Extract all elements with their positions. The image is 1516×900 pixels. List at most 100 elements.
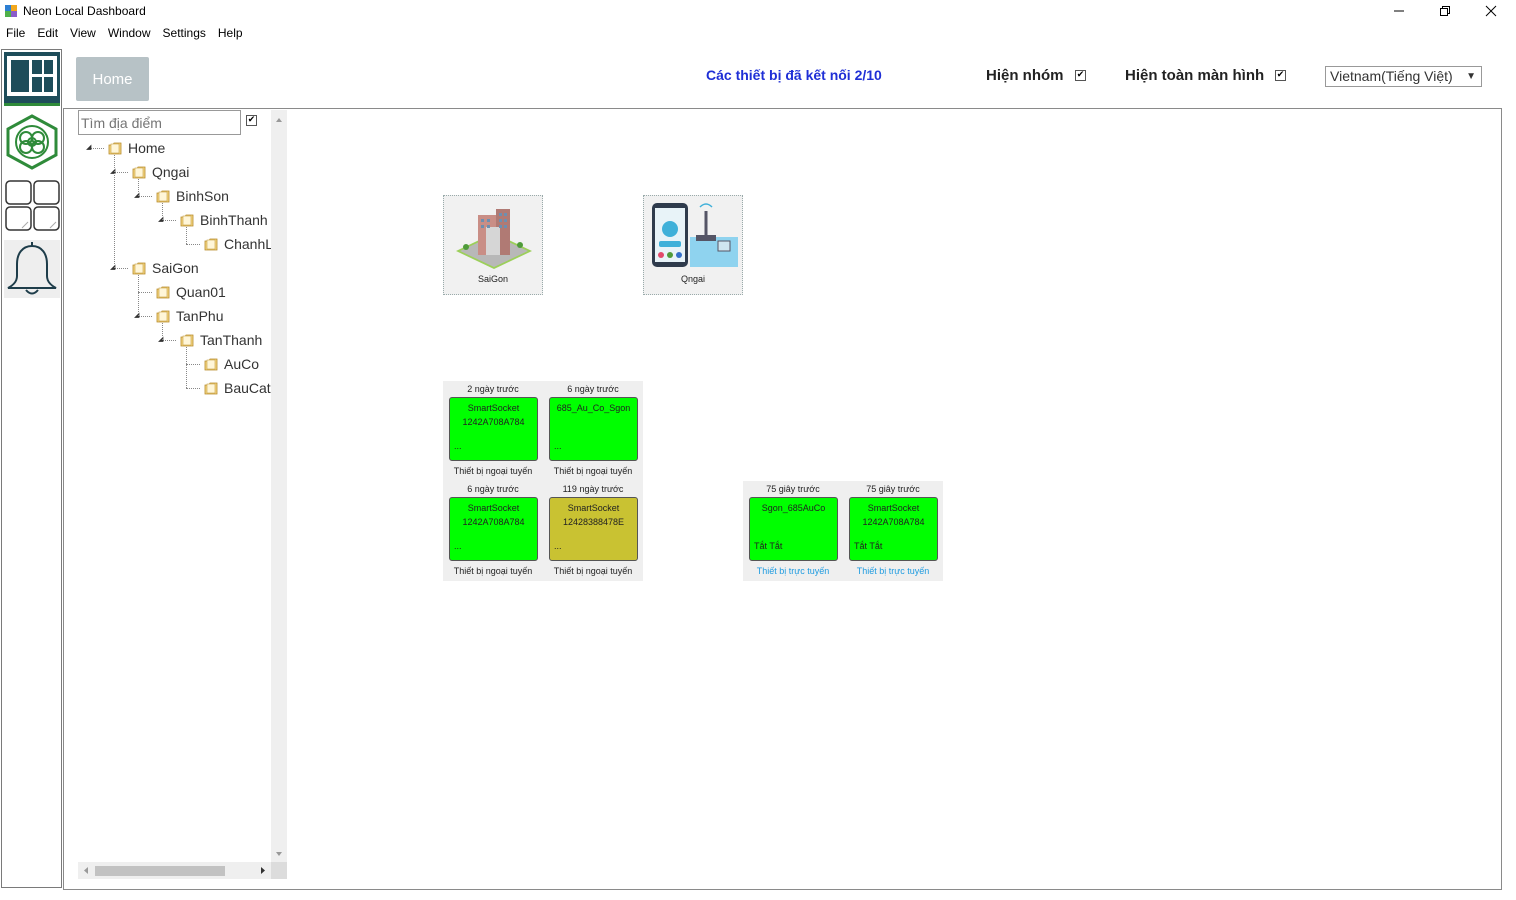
scroll-down-icon — [276, 852, 282, 856]
device-status: Thiết bị ngoại tuyến — [453, 566, 533, 576]
expand-toggle-icon[interactable]: ◢ — [110, 263, 116, 271]
restore-icon — [1440, 6, 1450, 16]
tree-node-label: Home — [128, 140, 166, 156]
device-card[interactable]: 6 ngày trước 685_Au_Co_Sgon... Thiết bị ng… — [543, 381, 643, 481]
device-last-seen: 2 ngày trước — [467, 384, 519, 394]
home-button[interactable]: Home — [76, 57, 149, 101]
device-tile[interactable]: SmartSocket 1242A708A784... — [449, 397, 538, 461]
location-tree: Home ◢ Qngai ◢ BinhSon ◢ BinhThanh ◢ ChanhLo SaiG… — [78, 137, 271, 862]
menu-edit[interactable]: Edit — [31, 24, 64, 42]
tree-connector — [138, 179, 139, 196]
menu-file[interactable]: File — [0, 24, 31, 42]
check-mark-icon: ✔ — [1076, 70, 1085, 80]
device-card[interactable]: 119 ngày trước SmartSocket 12428388478E...… — [543, 481, 643, 581]
tree-connector — [162, 340, 176, 341]
expand-toggle-icon[interactable]: ◢ — [134, 191, 140, 199]
device-card[interactable]: 6 ngày trước SmartSocket 1242A708A784... Th… — [443, 481, 543, 581]
group-card-saigon[interactable]: SaiGon — [443, 195, 543, 295]
tree-node[interactable]: Quan01 — [156, 281, 226, 303]
tree-node[interactable]: BinhSon — [156, 185, 229, 207]
scroll-up-icon — [276, 118, 282, 122]
minimize-button[interactable] — [1376, 0, 1422, 22]
tree-node[interactable]: ChanhLo — [204, 233, 271, 255]
tree-connector — [162, 323, 163, 340]
group-name: Qngai — [680, 274, 706, 284]
language-select[interactable]: Vietnam(Tiếng Việt) ▼ — [1325, 66, 1482, 87]
menu-settings[interactable]: Settings — [157, 24, 212, 42]
tree-node-label: SaiGon — [152, 260, 199, 276]
device-status: Thiết bị ngoại tuyến — [553, 466, 633, 476]
tree-node-label: BinhThanh — [200, 212, 268, 228]
menu-bar: File Edit View Window Settings Help — [0, 24, 249, 42]
rail-dashboard-button[interactable] — [4, 52, 60, 106]
menu-window[interactable]: Window — [102, 24, 157, 42]
search-checkbox[interactable]: ✔ — [246, 115, 257, 126]
restore-button[interactable] — [1422, 0, 1468, 22]
device-last-seen: 119 ngày trước — [562, 484, 624, 494]
device-card[interactable]: 75 giây trước Sgon_685AuCo Tắt Tắt Thiết bị… — [743, 481, 843, 581]
minimize-icon — [1394, 10, 1404, 12]
tree-connector — [138, 292, 152, 293]
tree-node[interactable]: BinhThanh — [180, 209, 268, 231]
dropdown-arrow-icon: ▼ — [1466, 71, 1476, 82]
bell-icon — [7, 242, 57, 295]
show-group-checkbox[interactable]: ✔ — [1075, 70, 1086, 81]
fullscreen-checkbox[interactable]: ✔ — [1275, 70, 1286, 81]
device-tile[interactable]: SmartSocket 1242A708A784 Tắt Tắt — [849, 497, 938, 561]
buildings-icon — [456, 209, 532, 269]
show-group-label: Hiện nhóm — [986, 67, 1064, 84]
expand-toggle-icon[interactable]: ◢ — [110, 167, 116, 175]
tree-connector — [186, 244, 200, 245]
close-button[interactable] — [1468, 0, 1514, 22]
tree-connector — [138, 316, 152, 317]
menu-help[interactable]: Help — [212, 24, 249, 42]
tree-node[interactable]: Home — [108, 137, 165, 159]
device-tile[interactable]: Sgon_685AuCo Tắt Tắt — [749, 497, 838, 561]
tree-node[interactable]: Qngai — [132, 161, 189, 183]
device-state: Tắt Tắt — [854, 541, 883, 551]
device-last-seen: 6 ngày trước — [567, 384, 619, 394]
tree-node[interactable]: BauCat — [204, 377, 271, 399]
rail-notifications-button[interactable] — [4, 240, 60, 298]
rail-grid-button[interactable] — [4, 177, 60, 233]
rail-network-button[interactable] — [4, 114, 60, 170]
group-name: SaiGon — [477, 274, 509, 284]
folder-icon — [156, 190, 170, 202]
expand-toggle-icon[interactable]: ◢ — [86, 143, 92, 151]
device-state: ... — [554, 541, 562, 551]
device-tile[interactable]: SmartSocket 1242A708A784... — [449, 497, 538, 561]
device-tile[interactable]: SmartSocket 12428388478E... — [549, 497, 638, 561]
tree-vertical-scrollbar[interactable] — [271, 110, 287, 862]
device-tile[interactable]: 685_Au_Co_Sgon... — [549, 397, 638, 461]
tree-node[interactable]: TanThanh — [180, 329, 262, 351]
device-id: 1242A708A784 — [462, 417, 525, 427]
tree-connector — [186, 364, 200, 365]
device-last-seen: 75 giây trước — [866, 484, 920, 494]
expand-toggle-icon[interactable]: ◢ — [134, 311, 140, 319]
device-card[interactable]: 2 ngày trước SmartSocket 1242A708A784... Th… — [443, 381, 543, 481]
tree-node-label: TanThanh — [200, 332, 263, 348]
group-card-qngai[interactable]: Qngai — [643, 195, 743, 295]
connected-devices-text: Các thiết bị đã kết nối 2/10 — [706, 67, 882, 83]
tree-horizontal-scrollbar[interactable] — [78, 862, 271, 879]
scroll-left-icon — [84, 867, 88, 874]
tree-connector — [162, 203, 163, 220]
location-search-input[interactable] — [78, 110, 241, 135]
tree-node[interactable]: TanPhu — [156, 305, 223, 327]
expand-toggle-icon[interactable]: ◢ — [158, 215, 164, 223]
nav-rail — [1, 49, 62, 888]
folder-icon — [204, 238, 218, 250]
tree-connector — [138, 196, 152, 197]
menu-view[interactable]: View — [64, 24, 102, 42]
folder-icon — [180, 334, 194, 346]
tree-node[interactable]: SaiGon — [132, 257, 199, 279]
tree-node[interactable]: AuCo — [204, 353, 259, 375]
folder-icon — [108, 142, 122, 154]
tree-connector — [186, 227, 187, 244]
device-name: 685_Au_Co_Sgon — [556, 403, 631, 413]
tree-node-label: BinhSon — [176, 188, 229, 204]
scroll-thumb[interactable] — [95, 866, 225, 876]
expand-toggle-icon[interactable]: ◢ — [158, 335, 164, 343]
device-card[interactable]: 75 giây trước SmartSocket 1242A708A784 Tắt … — [843, 481, 943, 581]
window-title: Neon Local Dashboard — [23, 4, 146, 18]
